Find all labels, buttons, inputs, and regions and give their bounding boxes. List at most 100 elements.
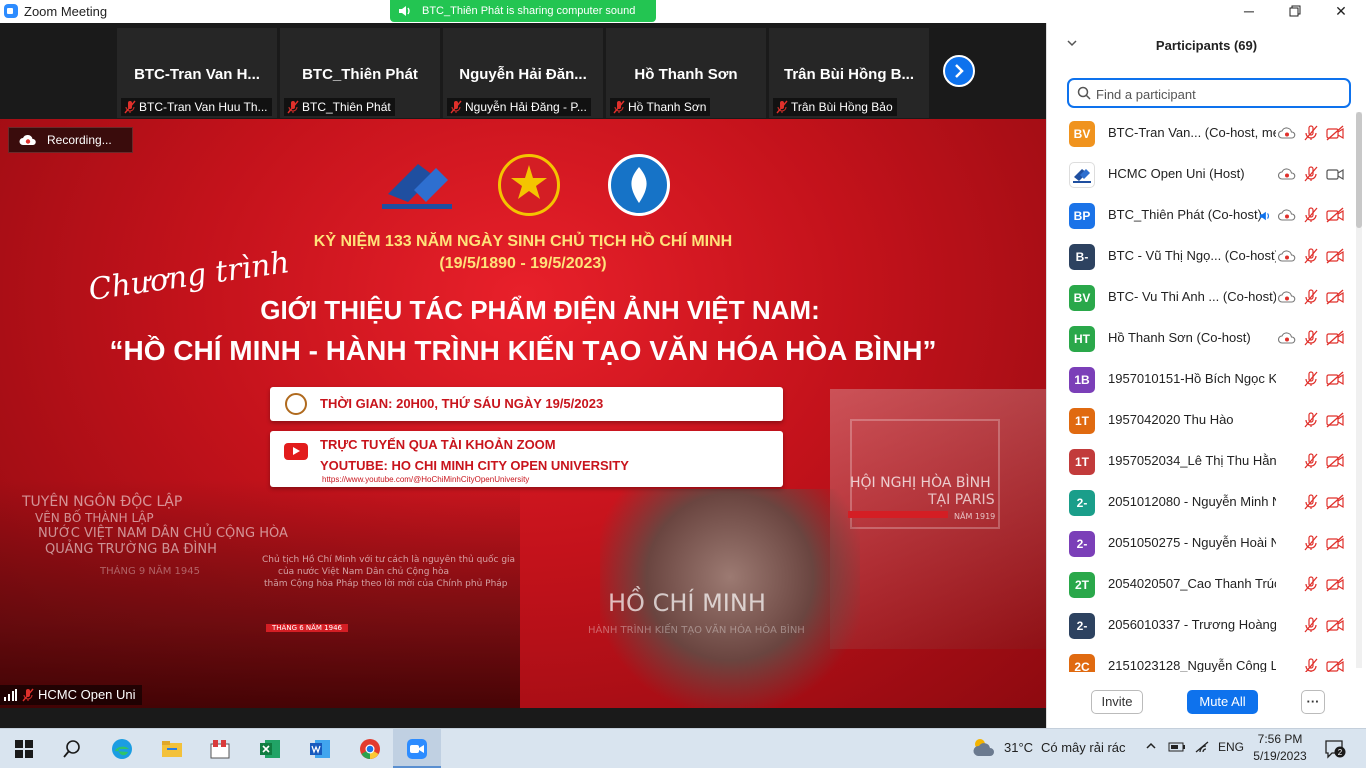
youtube-channel-text: YOUTUBE: HO CHI MINH CITY OPEN UNIVERSIT… <box>320 458 629 473</box>
window-title: Zoom Meeting <box>24 4 108 19</box>
notification-center[interactable]: 2 <box>1324 739 1346 759</box>
participant-row[interactable]: 2- 2051012080 - Nguyễn Minh Nh... <box>1047 482 1355 523</box>
start-button[interactable] <box>0 729 48 768</box>
taskbar-chrome[interactable] <box>346 729 394 768</box>
participant-row[interactable]: 1T 1957052034_Lê Thị Thu Hằng <box>1047 441 1355 482</box>
gallery-tile[interactable]: BTC_Thiên Phát BTC_Thiên Phát <box>280 28 440 118</box>
zoom-window: Zoom Meeting ─ ✕ BTC_Thiên Phát is shari… <box>0 0 1366 768</box>
weather-temp: 31°C <box>1004 740 1034 755</box>
participant-name: HCMC Open Uni (Host) <box>1108 166 1245 181</box>
participant-row[interactable]: 2T 2054020507_Cao Thanh Trúc <box>1047 564 1355 605</box>
gallery-tile[interactable]: Nguyễn Hải Đăn... Nguyễn Hải Đăng - P... <box>443 28 603 118</box>
chevron-up-icon <box>1146 742 1156 749</box>
mic-muted-icon[interactable] <box>1302 617 1320 633</box>
zoom-app-icon <box>4 4 18 18</box>
taskbar-search-button[interactable] <box>48 729 96 768</box>
invite-button[interactable]: Invite <box>1091 690 1143 714</box>
tile-label-text: Hồ Thanh Sơn <box>628 100 707 114</box>
mic-muted-icon[interactable] <box>1302 207 1320 223</box>
video-off-icon[interactable] <box>1326 125 1344 141</box>
participant-row[interactable]: 2- 2051050275 - Nguyễn Hoài Na... <box>1047 523 1355 564</box>
speaking-icon <box>1259 209 1277 225</box>
mic-muted-icon[interactable] <box>1302 576 1320 592</box>
participant-row[interactable]: 2- 2056010337 - Trương Hoàng T... <box>1047 605 1355 646</box>
participant-row[interactable]: B- BTC - Vũ Thị Ngọ... (Co-host) <box>1047 236 1355 277</box>
video-off-icon[interactable] <box>1326 330 1344 346</box>
video-off-icon[interactable] <box>1326 453 1344 469</box>
participant-row[interactable]: 1T 1957042020 Thu Hào <box>1047 400 1355 441</box>
close-button[interactable]: ✕ <box>1318 0 1364 23</box>
scrollbar-thumb[interactable] <box>1356 112 1362 228</box>
mute-all-button[interactable]: Mute All <box>1187 690 1258 714</box>
video-off-icon[interactable] <box>1326 207 1344 223</box>
video-off-icon[interactable] <box>1326 289 1344 305</box>
taskbar-word[interactable] <box>296 729 344 768</box>
mic-muted-icon[interactable] <box>1302 535 1320 551</box>
participant-row[interactable]: BV BTC- Vu Thi Anh ... (Co-host) <box>1047 277 1355 318</box>
gallery-tile[interactable]: Hồ Thanh Sơn Hồ Thanh Sơn <box>606 28 766 118</box>
video-off-icon[interactable] <box>1326 494 1344 510</box>
bg-caption-mid-4: THÁNG 6 NĂM 1946 <box>266 624 348 632</box>
taskbar-file-explorer[interactable] <box>148 729 196 768</box>
participant-name: 2051012080 - Nguyễn Minh Nh... <box>1108 494 1276 509</box>
recording-indicator[interactable]: Recording... <box>8 127 133 153</box>
video-off-icon[interactable] <box>1326 371 1344 387</box>
tile-name-label: Nguyễn Hải Đăng - P... <box>447 98 591 116</box>
snipping-tool-icon <box>210 740 230 759</box>
mic-muted-icon[interactable] <box>1302 658 1320 672</box>
participant-row[interactable]: BP BTC_Thiên Phát (Co-host) <box>1047 195 1355 236</box>
video-off-icon[interactable] <box>1326 535 1344 551</box>
online-info-box: TRỰC TUYẾN QUA TÀI KHOẢN ZOOM YOUTUBE: H… <box>270 431 783 487</box>
taskbar-excel[interactable] <box>246 729 294 768</box>
search-input[interactable] <box>1096 84 1336 104</box>
more-options-button[interactable]: ··· <box>1301 690 1325 714</box>
battery-tray[interactable] <box>1168 740 1186 757</box>
student-association-logo <box>608 154 670 216</box>
title-bar: Zoom Meeting ─ ✕ <box>0 0 1366 23</box>
taskbar-clock[interactable]: 7:56 PM 5/19/2023 <box>1250 731 1310 765</box>
tile-name-label: Hồ Thanh Sơn <box>610 98 711 116</box>
video-on-icon[interactable] <box>1326 166 1344 182</box>
next-page-button[interactable] <box>943 55 975 87</box>
gallery-tile[interactable]: BTC-Tran Van H... BTC-Tran Van Huu Th... <box>117 28 277 118</box>
participant-list: BV BTC-Tran Van... (Co-host, me) HCMC Open… <box>1047 112 1355 672</box>
mic-muted-icon[interactable] <box>1302 494 1320 510</box>
sharing-sound-banner[interactable]: BTC_Thiên Phát is sharing computer sound <box>390 0 656 22</box>
bg-caption-left-1: TUYÊN NGÔN ĐỘC LẬP <box>22 494 183 510</box>
mic-muted-icon[interactable] <box>1302 125 1320 141</box>
video-off-icon[interactable] <box>1326 576 1344 592</box>
taskbar-zoom[interactable] <box>393 729 441 768</box>
maximize-button[interactable] <box>1272 0 1318 23</box>
mic-muted-icon[interactable] <box>1302 330 1320 346</box>
participant-scrollbar[interactable] <box>1356 112 1362 668</box>
gallery-tile[interactable]: Trân Bùi Hồng B... Trân Bùi Hồng Bảo <box>769 28 929 118</box>
tile-label-text: Nguyễn Hải Đăng - P... <box>465 100 587 114</box>
share-banner-text: BTC_Thiên Phát is sharing computer sound <box>422 5 636 17</box>
participant-row[interactable]: HCMC Open Uni (Host) <box>1047 154 1355 195</box>
mic-muted-icon[interactable] <box>1302 166 1320 182</box>
taskbar-edge[interactable] <box>98 729 146 768</box>
mic-muted-icon[interactable] <box>1302 371 1320 387</box>
participant-row[interactable]: 1B 1957010151-Hồ Bích Ngọc Kim... <box>1047 359 1355 400</box>
video-off-icon[interactable] <box>1326 658 1344 672</box>
participant-search[interactable] <box>1067 78 1351 108</box>
mic-muted-icon[interactable] <box>1302 453 1320 469</box>
bg-caption-right-2: TẠI PARIS <box>928 492 995 508</box>
active-speaker-label: HCMC Open Uni <box>0 685 142 705</box>
participant-row[interactable]: HT Hồ Thanh Sơn (Co-host) <box>1047 318 1355 359</box>
participant-row[interactable]: 2C 2151023128_Nguyễn Công Liêm <box>1047 646 1355 672</box>
wifi-tray[interactable] <box>1194 740 1210 757</box>
mic-muted-icon[interactable] <box>1302 248 1320 264</box>
tile-display-name: BTC_Thiên Phát <box>302 66 418 83</box>
participant-name: 1957042020 Thu Hào <box>1108 412 1234 427</box>
participant-row[interactable]: BV BTC-Tran Van... (Co-host, me) <box>1047 113 1355 154</box>
language-indicator[interactable]: ENG <box>1218 740 1244 754</box>
video-off-icon[interactable] <box>1326 617 1344 633</box>
taskbar-snipping-tool[interactable] <box>196 729 244 768</box>
mic-muted-icon[interactable] <box>1302 412 1320 428</box>
video-off-icon[interactable] <box>1326 412 1344 428</box>
mic-muted-icon[interactable] <box>1302 289 1320 305</box>
video-off-icon[interactable] <box>1326 248 1344 264</box>
minimize-button[interactable]: ─ <box>1226 0 1272 23</box>
show-hidden-icons[interactable] <box>1145 740 1157 755</box>
